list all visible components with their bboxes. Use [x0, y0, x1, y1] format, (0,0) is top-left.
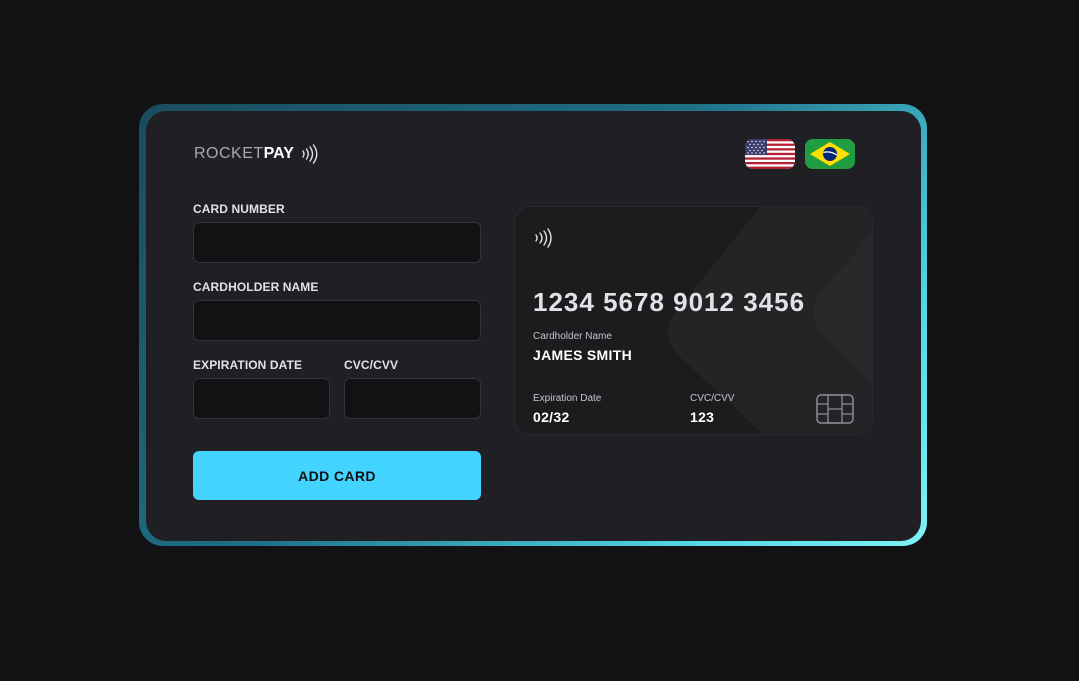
logo-text-pay: PAY — [263, 145, 294, 162]
us-flag-icon[interactable] — [745, 139, 795, 169]
card-holder-name: JAMES SMITH — [533, 347, 632, 363]
card-number-input[interactable] — [193, 222, 481, 263]
card-expiration-value: 02/32 — [533, 409, 570, 425]
cvc-input[interactable] — [344, 378, 481, 419]
rocketpay-logo: ROCKET PAY — [194, 143, 318, 165]
cardholder-name-label: CARDHOLDER NAME — [193, 280, 319, 294]
chip-icon — [816, 394, 854, 424]
expiration-date-input[interactable] — [193, 378, 330, 419]
card-number-display: 1234 5678 9012 3456 — [533, 287, 806, 317]
card-preview: 1234 5678 9012 3456 Cardholder Name JAME… — [514, 206, 873, 435]
cvc-label: CVC/CVV — [344, 358, 399, 372]
card-holder-caption: Cardholder Name — [533, 331, 612, 342]
card-cvc-value: 123 — [690, 409, 715, 425]
card-cvc-caption: CVC/CVV — [690, 393, 735, 404]
contactless-icon — [302, 144, 318, 164]
add-card-button[interactable]: ADD CARD — [193, 451, 481, 500]
card-contactless-icon — [535, 228, 552, 248]
logo-text-rocket: ROCKET — [194, 145, 264, 162]
brazil-flag-icon[interactable] — [805, 139, 855, 169]
card-number-label: CARD NUMBER — [193, 202, 285, 216]
expiration-date-label: EXPIRATION DATE — [193, 358, 303, 372]
cardholder-name-input[interactable] — [193, 300, 481, 341]
card-expiration-caption: Expiration Date — [533, 393, 602, 404]
